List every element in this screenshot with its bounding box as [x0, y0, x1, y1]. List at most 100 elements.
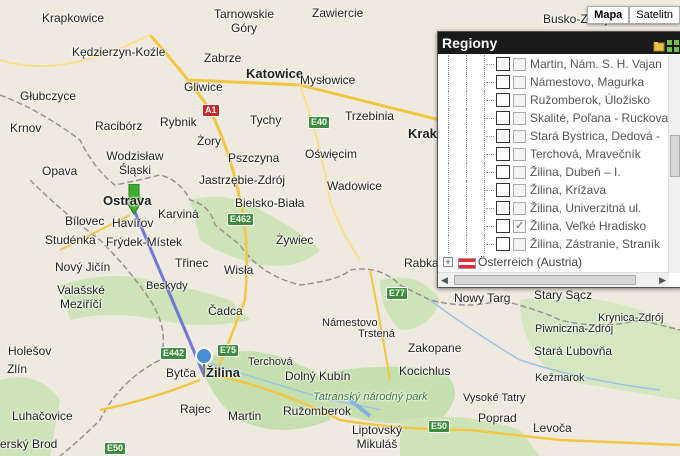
tree-checkbox[interactable]: [496, 183, 510, 197]
place-label: Valašské Meziříčí: [57, 283, 105, 311]
place-label: Kędzierzyn-Koźle: [72, 45, 166, 59]
place-label: Gliwice: [184, 80, 223, 94]
scroll-thumb[interactable]: [670, 135, 680, 177]
region-checkbox[interactable]: [513, 58, 526, 71]
place-label: Studénka: [45, 233, 96, 247]
place-label: Jastrzębie-Zdrój: [199, 173, 286, 187]
scroll-thumb[interactable]: [454, 275, 636, 285]
region-checkbox[interactable]: [513, 148, 526, 161]
place-label: Zlín: [7, 362, 28, 376]
tree-item[interactable]: Terchová, Mravečník: [438, 145, 669, 163]
tree-item-label: Österreich (Austria): [478, 255, 583, 269]
tree-checkbox[interactable]: [496, 57, 510, 71]
tree-item[interactable]: Stará Bystrica, Dedová -: [438, 127, 669, 145]
tree-item[interactable]: Ružomberok, Úložisko: [438, 91, 669, 109]
region-checkbox[interactable]: [513, 202, 526, 215]
place-label: Ostrava: [103, 193, 152, 208]
tree-item-label: Žilina, Veľké Hradisko: [530, 219, 647, 233]
place-label: Krynica-Zdrój: [598, 312, 664, 324]
region-checkbox[interactable]: [513, 112, 526, 125]
place-label: Stará Ľubovňa: [534, 344, 613, 358]
place-label: Tychy: [250, 113, 282, 127]
tree-item-label: Ružomberok, Úložisko: [530, 93, 651, 107]
tree-item-label: Žilina, Univerzitná ul.: [530, 201, 642, 215]
place-label: Zabrze: [204, 51, 242, 65]
tree-expander-icon[interactable]: +: [443, 257, 453, 267]
scroll-right-icon[interactable]: ▶: [659, 273, 666, 287]
place-label: Třinec: [175, 256, 209, 270]
tree-item[interactable]: Skalité, Poľana - Ruckova: [438, 109, 669, 127]
map-type-map-button[interactable]: Mapa: [587, 6, 630, 24]
region-checkbox[interactable]: [513, 238, 526, 251]
place-label: Beskydy: [146, 280, 188, 292]
expand-icon[interactable]: [667, 36, 679, 52]
place-label: Nový Jičín: [55, 260, 111, 274]
vertical-scrollbar[interactable]: [668, 55, 680, 273]
tree-checkbox[interactable]: [496, 147, 510, 161]
place-label: Luhačovice: [12, 409, 73, 423]
place-label: Poprad: [478, 411, 517, 425]
tree-item[interactable]: Martin, Nám. S. H. Vajan: [438, 55, 669, 73]
place-label: Karviná: [158, 207, 199, 221]
regions-panel: Regiony Martin, Nám. S. H. Vajan Námestov…: [437, 31, 680, 288]
tree-item-label: Námestovo, Magurka: [530, 75, 645, 89]
place-label: Opava: [42, 164, 78, 178]
place-label: Krnov: [10, 121, 42, 135]
place-label: Krapkowice: [42, 11, 105, 25]
folder-icon[interactable]: [653, 36, 665, 52]
tree-item[interactable]: Žilina, Veľké Hradisko: [438, 217, 669, 235]
tree-checkbox[interactable]: [496, 237, 510, 251]
tree-checkbox[interactable]: [496, 93, 510, 107]
tree-checkbox[interactable]: [496, 75, 510, 89]
tree-item[interactable]: Žilina, Krížava: [438, 181, 669, 199]
place-label: Nowy Targ: [454, 291, 511, 305]
tree-checkbox[interactable]: [496, 111, 510, 125]
place-label: Levoča: [533, 421, 572, 435]
tree-item[interactable]: Žilina, Dubeň – I.: [438, 163, 669, 181]
place-label: Bielsko-Biała: [235, 196, 305, 210]
place-label: Kocichlus: [399, 364, 451, 378]
place-label: Holešov: [8, 344, 52, 358]
tree-item[interactable]: Žilina, Zástranie, Straník: [438, 235, 669, 253]
place-label: Dolný Kubín: [285, 369, 351, 383]
place-label: Tarnowskie Góry: [213, 7, 275, 35]
regions-tree[interactable]: Martin, Nám. S. H. Vajan Námestovo, Magur…: [438, 55, 669, 273]
tree-item[interactable]: Žilina, Univerzitná ul.: [438, 199, 669, 217]
place-label: Havířov: [112, 216, 154, 230]
road-shield: A1: [202, 104, 220, 117]
tree-checkbox[interactable]: [496, 201, 510, 215]
place-label: Bílovec: [65, 214, 105, 228]
region-checkbox[interactable]: [513, 76, 526, 89]
tree-item[interactable]: Námestovo, Magurka: [438, 73, 669, 91]
region-checkbox[interactable]: [513, 166, 526, 179]
tree-item-label: Žilina, Krížava: [530, 183, 607, 197]
scroll-left-icon[interactable]: ◀: [441, 273, 448, 287]
tree-country-item[interactable]: + Österreich (Austria): [438, 253, 669, 271]
place-label: Katowice: [246, 66, 304, 81]
tree-item-label: Stará Bystrica, Dedová -: [530, 129, 661, 143]
road-shield: E462: [227, 213, 255, 226]
road-shield: E442: [160, 347, 188, 360]
map-type-satellite-button[interactable]: Satelitn: [629, 6, 680, 24]
place-label: Rajec: [180, 402, 211, 416]
tree-checkbox[interactable]: [496, 165, 510, 179]
place-label: Trzebinia: [345, 109, 394, 123]
place-label: Bytča: [166, 366, 197, 380]
place-label: Žilina: [206, 365, 240, 380]
region-checkbox[interactable]: [513, 217, 526, 235]
place-label: Wadowice: [327, 179, 382, 193]
region-checkbox[interactable]: [513, 130, 526, 143]
road-shield: E50: [104, 442, 127, 455]
place-label: Pszczyna: [228, 151, 280, 165]
tree-item-label: Terchová, Mravečník: [530, 147, 641, 161]
tree-checkbox[interactable]: [496, 219, 510, 233]
tree-item-label: Žilina, Dubeň – I.: [530, 165, 621, 179]
horizontal-scrollbar[interactable]: ◀ ▶: [438, 272, 669, 287]
place-label: Liptovský Mikuláš: [351, 423, 403, 451]
region-checkbox[interactable]: [513, 184, 526, 197]
place-label: Zawiercie: [312, 6, 364, 20]
tree-checkbox[interactable]: [496, 129, 510, 143]
place-label: Oświęcim: [305, 147, 358, 161]
region-checkbox[interactable]: [513, 94, 526, 107]
regions-panel-title: Regiony: [442, 35, 498, 51]
